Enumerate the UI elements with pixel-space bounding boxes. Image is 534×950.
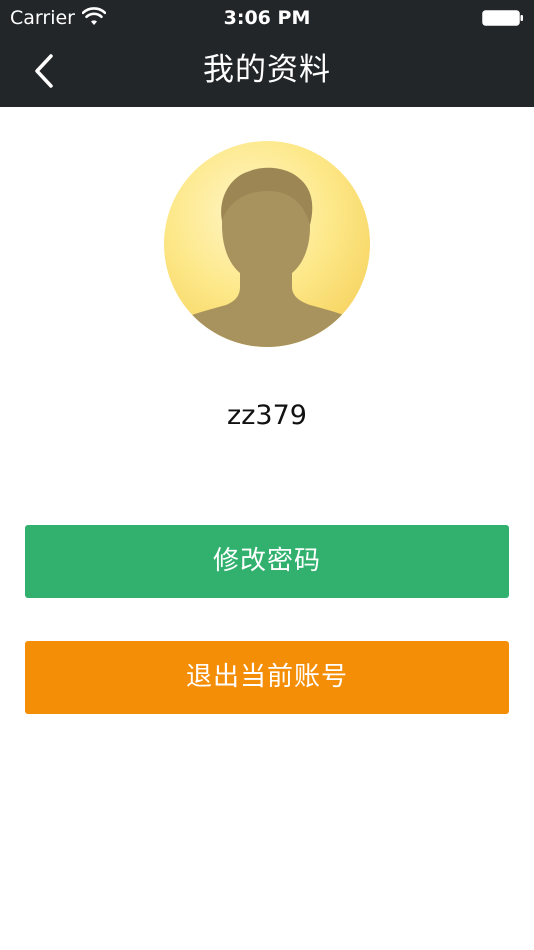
- change-password-button[interactable]: 修改密码: [25, 525, 509, 598]
- avatar[interactable]: [164, 141, 370, 347]
- battery-icon: [482, 10, 523, 26]
- top-bar: Carrier 3:06 PM 我的资料: [0, 0, 534, 107]
- person-silhouette-icon: [164, 141, 370, 347]
- logout-button[interactable]: 退出当前账号: [25, 641, 509, 714]
- status-bar: Carrier 3:06 PM: [0, 0, 534, 36]
- page-title: 我的资料: [203, 52, 331, 88]
- status-time: 3:06 PM: [223, 7, 311, 29]
- navigation-bar: 我的资料: [0, 36, 534, 107]
- username: zz379: [227, 400, 307, 431]
